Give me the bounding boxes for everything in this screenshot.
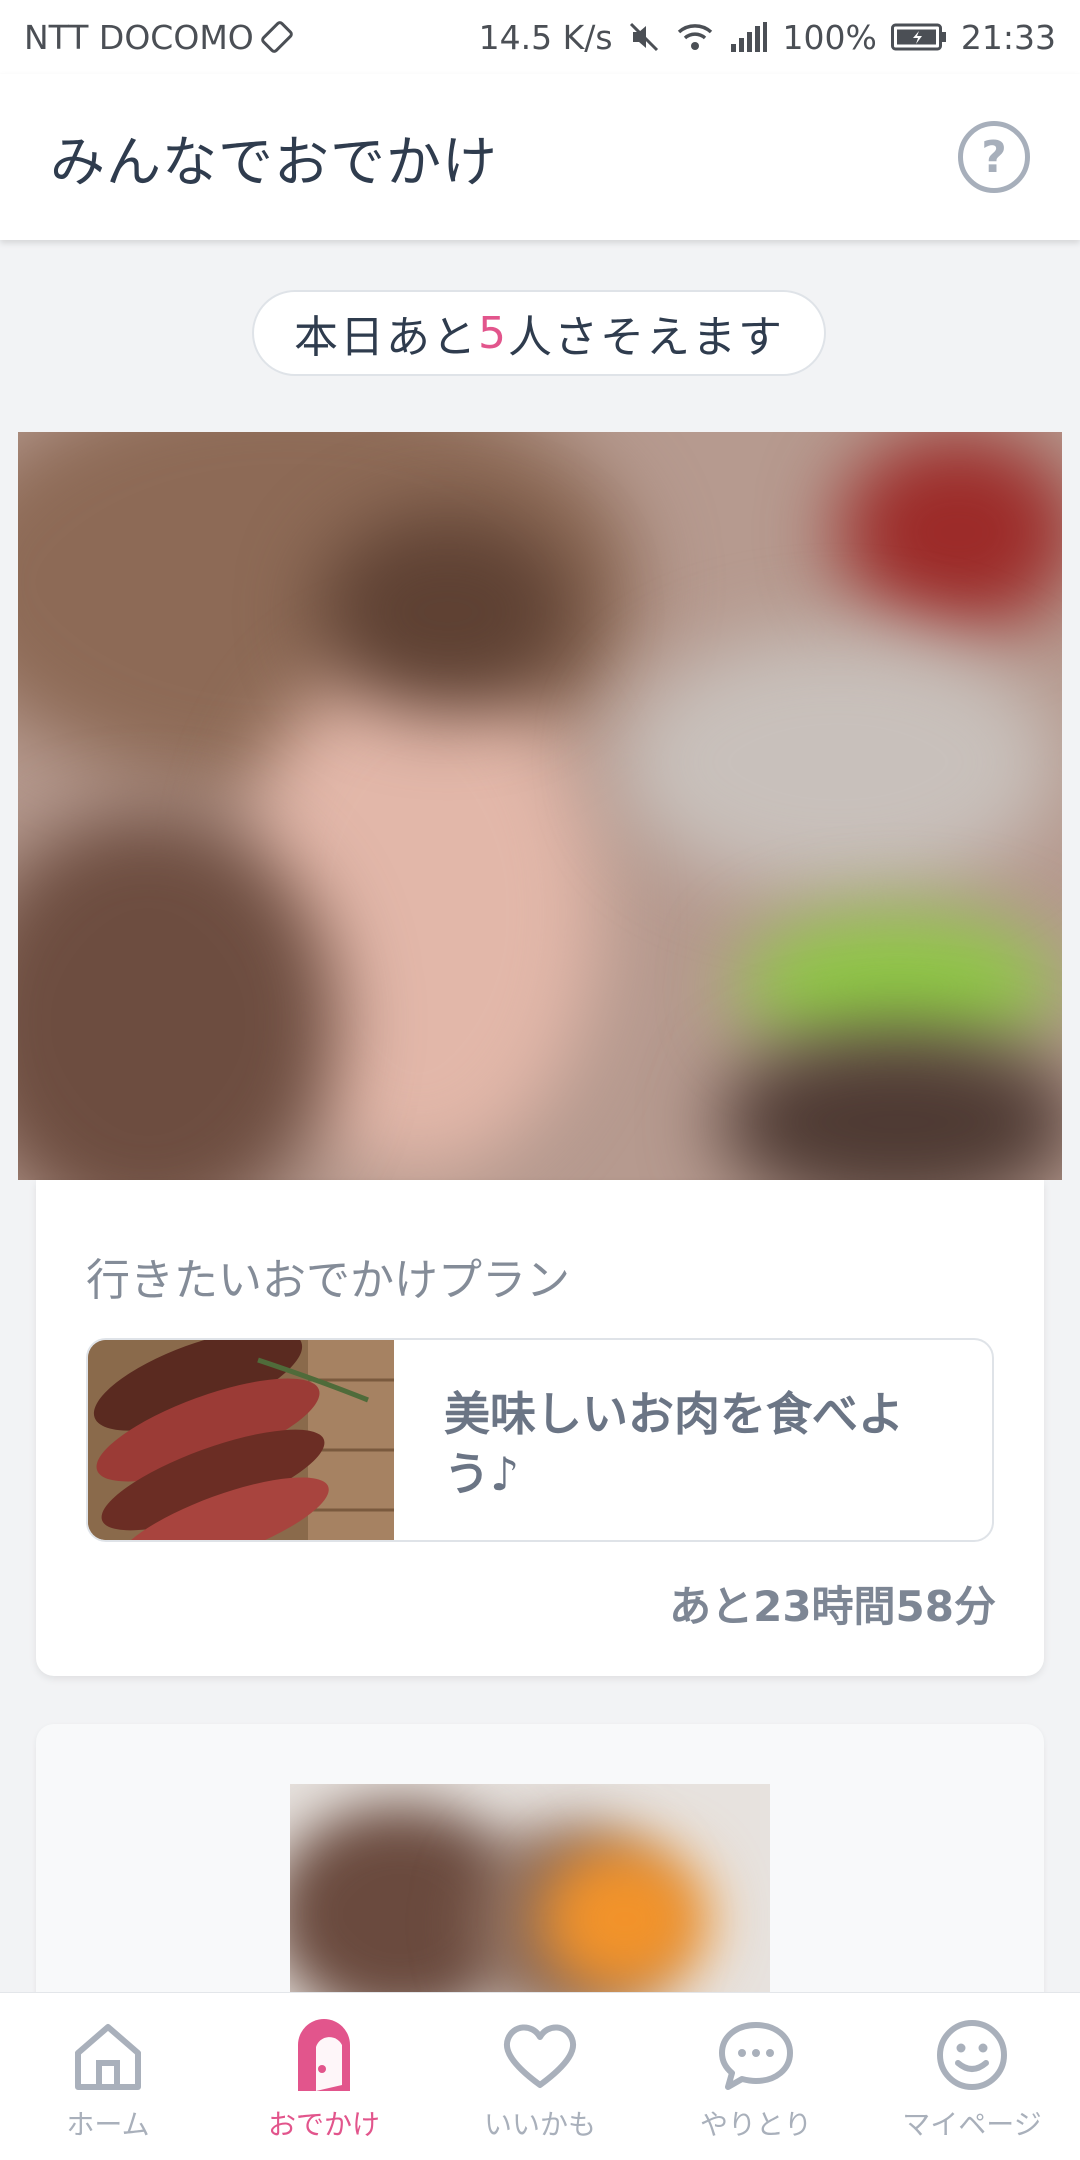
plan-section-label: 行きたいおでかけプラン xyxy=(86,1255,570,1306)
battery-level: 100% xyxy=(782,17,877,57)
wifi-icon xyxy=(675,20,715,54)
network-speed: 14.5 K/s xyxy=(478,17,613,57)
plan-item[interactable]: 美味しいお肉を食べよう♪ xyxy=(86,1338,994,1542)
plan-title: 美味しいお肉を食べよう♪ xyxy=(444,1387,904,1501)
nav-label: いいかも xyxy=(483,2108,596,2141)
nav-home[interactable]: ホーム xyxy=(0,1993,216,2160)
clock: 21:33 xyxy=(960,17,1056,57)
remaining-prefix: 本日あと xyxy=(294,312,478,363)
remaining-invites-badge: 本日あと 5 人さそえます xyxy=(252,290,826,376)
page-title: みんなでおでかけ xyxy=(50,130,499,194)
profile-photo-2 xyxy=(290,1784,770,2024)
rotation-lock-icon xyxy=(260,20,294,54)
signal-icon xyxy=(729,20,769,54)
remaining-suffix: 人さそえます xyxy=(508,312,784,363)
nav-label: おでかけ xyxy=(267,2108,380,2141)
question-mark-icon: ? xyxy=(981,131,1007,183)
screen: NTT DOCOMO 14.5 K/s 100% 21:33 みんなでおでかけ … xyxy=(0,0,1080,2160)
chat-bubble-icon xyxy=(714,2013,798,2097)
remaining-count: 5 xyxy=(478,307,508,359)
nav-label: ホーム xyxy=(66,2108,150,2141)
bottom-nav: ホーム おでかけ いいかも やりとり マイページ xyxy=(0,1992,1080,2160)
steak-image xyxy=(88,1340,394,1540)
time-remaining: あと23時間58分 xyxy=(669,1582,996,1631)
nav-odekake[interactable]: おでかけ xyxy=(216,1993,432,2160)
battery-icon xyxy=(890,22,947,52)
photo-blur-region xyxy=(838,432,1062,632)
nav-label: やりとり xyxy=(699,2108,812,2141)
app-header: みんなでおでかけ ? xyxy=(0,74,1080,240)
photo-blur-region xyxy=(718,1032,1062,1180)
photo-blur-region xyxy=(318,512,578,712)
status-right: 14.5 K/s 100% 21:33 xyxy=(479,18,1056,57)
help-button[interactable]: ? xyxy=(958,121,1030,193)
profile-photo[interactable] xyxy=(18,432,1062,1180)
nav-yaritori[interactable]: やりとり xyxy=(648,1993,864,2160)
nav-mypage[interactable]: マイページ xyxy=(864,1993,1080,2160)
home-icon xyxy=(66,2013,150,2097)
carrier-name: NTT DOCOMO xyxy=(24,17,254,57)
door-icon xyxy=(282,2013,366,2097)
plan-card[interactable]: 行きたいおでかけプラン 美味しいお肉を食べよう♪ あと23時間58分 xyxy=(36,1180,1044,1676)
plan-thumbnail xyxy=(88,1340,394,1540)
photo-blur-region xyxy=(540,1844,710,1994)
status-bar: NTT DOCOMO 14.5 K/s 100% 21:33 xyxy=(0,0,1080,74)
heart-icon xyxy=(498,2013,582,2097)
nav-label: マイページ xyxy=(902,2108,1042,2141)
mute-icon xyxy=(627,20,661,54)
photo-blur-region xyxy=(618,632,1058,892)
nav-iikamo[interactable]: いいかも xyxy=(432,1993,648,2160)
smiley-icon xyxy=(930,2013,1014,2097)
carrier-group: NTT DOCOMO xyxy=(24,18,294,57)
